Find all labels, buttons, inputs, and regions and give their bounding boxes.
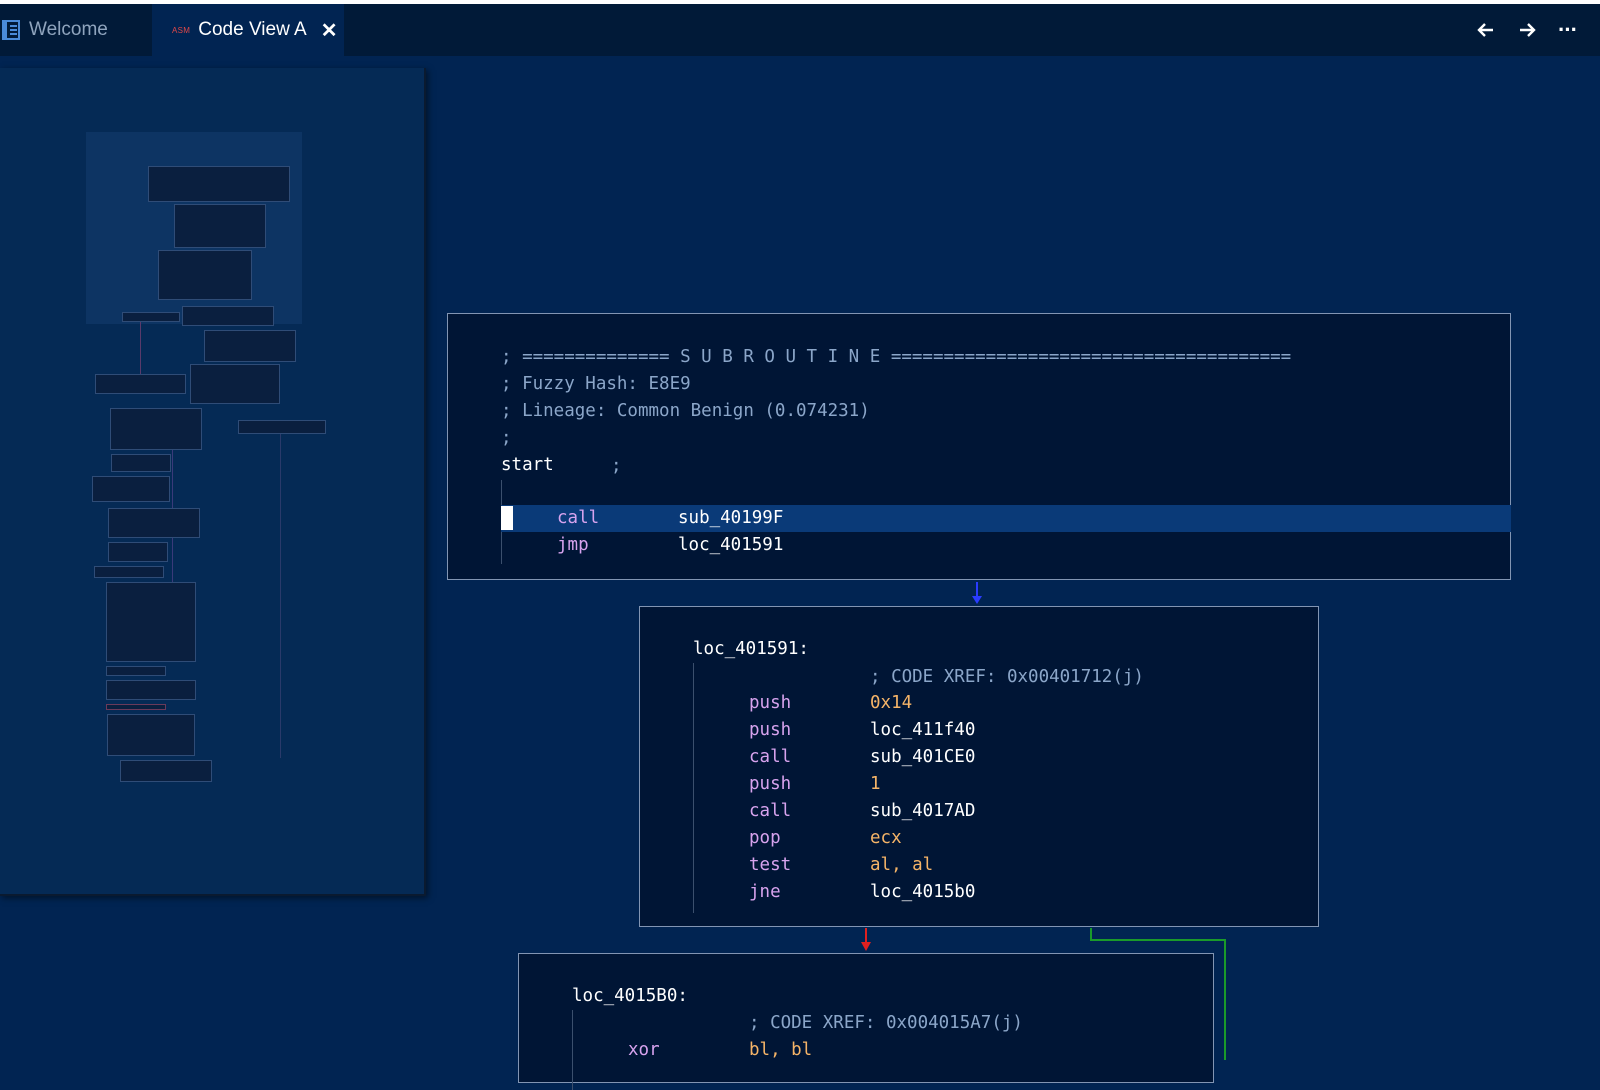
block-gutter: [693, 663, 694, 913]
instruction-mnemonic[interactable]: call: [749, 744, 791, 770]
instruction-operand[interactable]: sub_401CE0: [870, 744, 975, 770]
instruction-mnemonic[interactable]: jne: [749, 879, 781, 905]
edge-arrow: [861, 942, 871, 951]
instruction-mnemonic[interactable]: test: [749, 852, 791, 878]
label-comment: ;: [611, 456, 622, 476]
code-block-start[interactable]: ; ============== S U B R O U T I N E ===…: [447, 313, 1511, 580]
instruction-mnemonic[interactable]: call: [749, 798, 791, 824]
instruction-operand[interactable]: ecx: [870, 825, 902, 851]
cursor-caret: [501, 506, 513, 530]
empty-comment: ;: [501, 428, 512, 448]
code-block-loc-401591[interactable]: loc_401591: ; CODE XREF: 0x00401712(j) p…: [639, 606, 1319, 927]
selected-row[interactable]: [501, 505, 1511, 532]
instruction-mnemonic[interactable]: push: [749, 690, 791, 716]
block-gutter: [572, 1010, 573, 1090]
instruction-operand[interactable]: sub_40199F: [678, 505, 783, 531]
block-label[interactable]: loc_4015B0:: [572, 983, 688, 1009]
instruction-operand[interactable]: 1: [870, 771, 881, 797]
instruction-operand[interactable]: loc_411f40: [870, 717, 975, 743]
instruction-operand[interactable]: 0x14: [870, 690, 912, 716]
instruction-mnemonic[interactable]: push: [749, 717, 791, 743]
instruction-mnemonic[interactable]: xor: [628, 1037, 660, 1063]
instruction-mnemonic[interactable]: pop: [749, 825, 781, 851]
instruction-operand[interactable]: al, al: [870, 852, 933, 878]
instruction-mnemonic[interactable]: call: [557, 505, 599, 531]
instruction-mnemonic[interactable]: push: [749, 771, 791, 797]
instruction-operand[interactable]: loc_4015b0: [870, 879, 975, 905]
subroutine-header: ; ============== S U B R O U T I N E ===…: [501, 347, 1292, 367]
instruction-mnemonic[interactable]: jmp: [557, 532, 589, 558]
xref-comment: ; CODE XREF: 0x00401712(j): [870, 667, 1144, 687]
instruction-operand[interactable]: bl, bl: [749, 1037, 812, 1063]
instruction-operand[interactable]: loc_401591: [678, 532, 783, 558]
instruction-operand[interactable]: sub_4017AD: [870, 798, 975, 824]
fuzzy-hash-comment: ; Fuzzy Hash: E8E9: [501, 374, 691, 394]
xref-comment: ; CODE XREF: 0x004015A7(j): [749, 1013, 1023, 1033]
block-label[interactable]: loc_401591:: [693, 636, 809, 662]
code-block-loc-4015b0[interactable]: loc_4015B0: ; CODE XREF: 0x004015A7(j) x…: [518, 953, 1214, 1090]
edge-arrow: [972, 596, 982, 604]
start-label[interactable]: start: [501, 452, 554, 478]
lineage-comment: ; Lineage: Common Benign (0.074231): [501, 401, 870, 421]
